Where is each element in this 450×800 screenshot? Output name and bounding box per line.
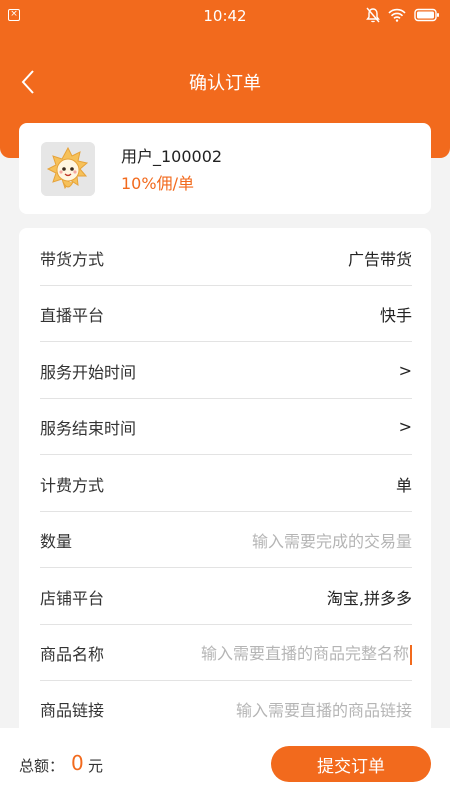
quantity-input[interactable]: 输入需要完成的交易量 xyxy=(252,528,412,552)
row-value: 广告带货 xyxy=(347,249,412,269)
product-name-input[interactable]: 输入需要直播的商品完整名称 xyxy=(201,644,409,663)
form-row-product-name[interactable]: 商品名称 输入需要直播的商品完整名称 xyxy=(40,625,412,681)
page-title: 确认订单 xyxy=(189,73,261,94)
form-row-service-start-time[interactable]: 服务开始时间 > xyxy=(40,343,412,399)
row-label: 带货方式 xyxy=(40,249,105,269)
product-link-input[interactable]: 输入需要直播的商品链接 xyxy=(236,697,412,721)
status-icons xyxy=(366,7,440,23)
total-unit: 元 xyxy=(88,757,104,775)
chevron-left-icon xyxy=(21,70,34,94)
row-value: 快手 xyxy=(379,305,412,325)
form-row-billing-method[interactable]: 计费方式 单 xyxy=(40,456,412,512)
form-row-service-end-time[interactable]: 服务结束时间 > xyxy=(40,399,412,455)
status-bar: × 10:42 xyxy=(0,0,450,32)
row-label: 商品链接 xyxy=(40,701,105,720)
user-card: 用户_100002 10%佣/单 xyxy=(19,123,431,214)
commission-rate: 10%佣/单 xyxy=(121,174,194,193)
form-row-store-platform[interactable]: 店铺平台 淘宝,拼多多 xyxy=(40,569,412,625)
chevron-right-icon: > xyxy=(398,417,412,436)
row-value: 淘宝,拼多多 xyxy=(326,588,412,608)
total-label: 总额： xyxy=(19,757,65,775)
user-name: 用户_100002 xyxy=(121,147,223,166)
cartoon-sun-avatar xyxy=(41,142,95,196)
row-label: 直播平台 xyxy=(40,305,105,325)
row-label: 数量 xyxy=(40,531,73,551)
back-button[interactable] xyxy=(14,68,42,96)
row-label: 商品名称 xyxy=(40,644,105,664)
form-row-live-platform[interactable]: 直播平台 快手 xyxy=(40,286,412,342)
close-box-icon: × xyxy=(8,9,20,21)
row-label: 服务开始时间 xyxy=(40,362,137,382)
nav-bar: 确认订单 xyxy=(0,60,450,104)
submit-order-button[interactable]: 提交订单 xyxy=(271,746,431,782)
avatar xyxy=(41,142,95,196)
row-label: 服务结束时间 xyxy=(40,418,137,438)
row-label: 计费方式 xyxy=(40,475,105,495)
chevron-right-icon: > xyxy=(398,361,412,380)
row-value: 单 xyxy=(395,475,412,495)
form-row-delivery-method[interactable]: 带货方式 广告带货 xyxy=(40,230,412,286)
mute-bell-icon xyxy=(366,7,380,23)
order-form: 带货方式 广告带货 直播平台 快手 服务开始时间 > 服务结束时间 > 计费方式… xyxy=(19,228,431,738)
product-name-field[interactable]: 输入需要直播的商品完整名称 xyxy=(201,640,412,665)
battery-icon xyxy=(414,8,439,22)
text-caret xyxy=(410,644,412,665)
wifi-icon xyxy=(388,8,406,22)
row-label: 店铺平台 xyxy=(40,588,105,608)
status-time: 10:42 xyxy=(203,7,247,25)
total-amount: 0 xyxy=(71,751,84,775)
bottom-bar: 总额： 0 元 提交订单 xyxy=(0,728,450,800)
form-row-quantity[interactable]: 数量 输入需要完成的交易量 xyxy=(40,512,412,568)
